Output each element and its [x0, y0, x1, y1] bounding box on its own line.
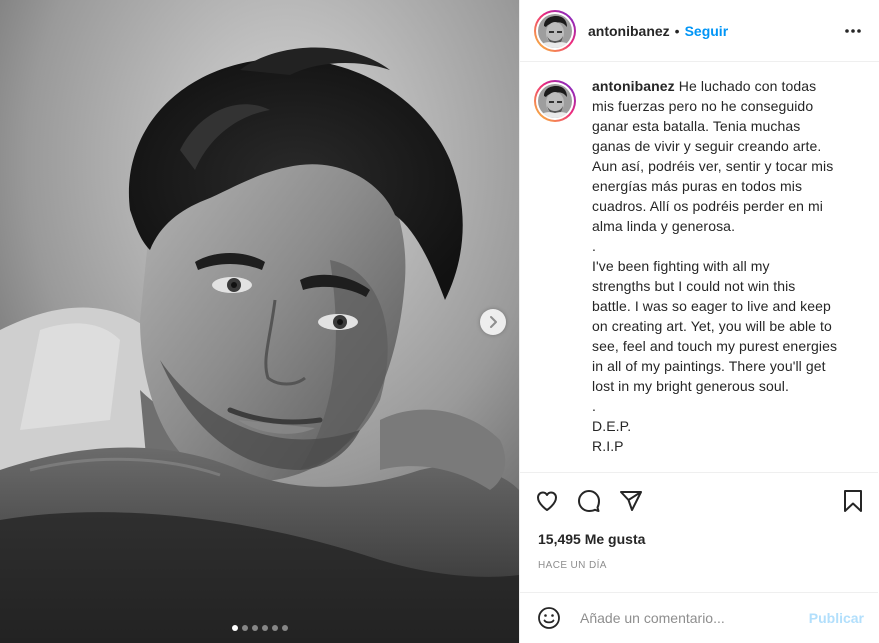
- post-comment-button[interactable]: Publicar: [809, 610, 864, 626]
- post-timestamp[interactable]: HACE UN DÍA: [538, 560, 607, 571]
- caption-line: R.I.P: [592, 438, 624, 454]
- post-photo: [0, 0, 519, 643]
- caption-line: battle. I was so eager to live and keep: [592, 298, 831, 314]
- carousel-dot: [261, 625, 268, 631]
- carousel-dot: [281, 625, 288, 631]
- caption-line: in all of my paintings. There you'll get: [592, 358, 826, 374]
- avatar[interactable]: [534, 9, 576, 52]
- caption-line: antonibanez He luchado con todas: [592, 78, 817, 94]
- carousel-dot: [251, 625, 258, 631]
- carousel-dot: [271, 625, 278, 631]
- caption-avatar[interactable]: [534, 80, 576, 122]
- caption-line: ganas de vivir y seguir creando arte.: [592, 138, 822, 154]
- like-button[interactable]: [534, 488, 560, 514]
- follow-button[interactable]: Seguir: [685, 23, 729, 39]
- comment-bar: Publicar: [520, 592, 878, 643]
- caption-line: ganar esta batalla. Tenia muchas: [592, 118, 801, 134]
- caption-line: strengths but I could not win this: [592, 278, 796, 294]
- smiley-icon: [538, 607, 560, 629]
- post-header: antonibanez • Seguir: [520, 0, 879, 62]
- caption-line: .: [592, 238, 596, 254]
- post-side-panel: antonibanez • Seguir antonibanez He luch…: [519, 0, 879, 643]
- chevron-right-icon: [490, 316, 497, 328]
- carousel-next-button[interactable]: [480, 309, 506, 335]
- caption-line: Aun así, podréis ver, sentir y tocar mis: [592, 158, 834, 174]
- post-media: [0, 0, 519, 643]
- comment-icon: [578, 489, 600, 512]
- save-button[interactable]: [840, 488, 866, 514]
- carousel-dot: [241, 625, 248, 631]
- more-horizontal-icon: [845, 28, 861, 33]
- caption-line: D.E.P.: [592, 418, 632, 434]
- caption-line: mis fuerzas pero no he conseguido: [592, 98, 814, 114]
- caption-line: .: [592, 398, 596, 414]
- caption-line: lost in my bright generous soul.: [592, 378, 789, 394]
- caption-line: alma linda y generosa.: [592, 218, 736, 234]
- carousel-indicator: [0, 625, 519, 631]
- caption-line: I've been fighting with all my: [592, 258, 770, 274]
- carousel-dot-active: [231, 625, 238, 631]
- post-actions: [520, 472, 878, 528]
- caption-text: antonibanez He luchado con todas mis fue…: [592, 76, 848, 472]
- header-separator: •: [674, 22, 680, 39]
- caption-line: cuadros. Allí os podréis perder en mi: [592, 198, 823, 214]
- caption-line: see, feel and touch my purest energies: [592, 338, 838, 354]
- avatar-image: [538, 84, 572, 118]
- bookmark-icon: [844, 489, 862, 512]
- paper-plane-icon: [620, 490, 642, 511]
- more-options-button[interactable]: [843, 21, 863, 41]
- header-username[interactable]: antonibanez: [588, 23, 670, 39]
- comment-input[interactable]: [578, 609, 809, 627]
- instagram-post: antonibanez • Seguir antonibanez He luch…: [0, 0, 879, 643]
- emoji-button[interactable]: [536, 605, 562, 631]
- caption-line: on creating art. Yet, you will be able t…: [592, 318, 832, 334]
- post-caption: antonibanez He luchado con todas mis fue…: [520, 62, 878, 472]
- share-button[interactable]: [618, 488, 644, 514]
- likes-count[interactable]: 15,495 Me gusta: [538, 531, 645, 547]
- avatar-image: [538, 13, 572, 48]
- comment-button[interactable]: [576, 488, 602, 514]
- caption-username[interactable]: antonibanez: [592, 78, 675, 94]
- caption-line: energías más puras en todos mis: [592, 178, 803, 194]
- heart-icon: [537, 491, 557, 511]
